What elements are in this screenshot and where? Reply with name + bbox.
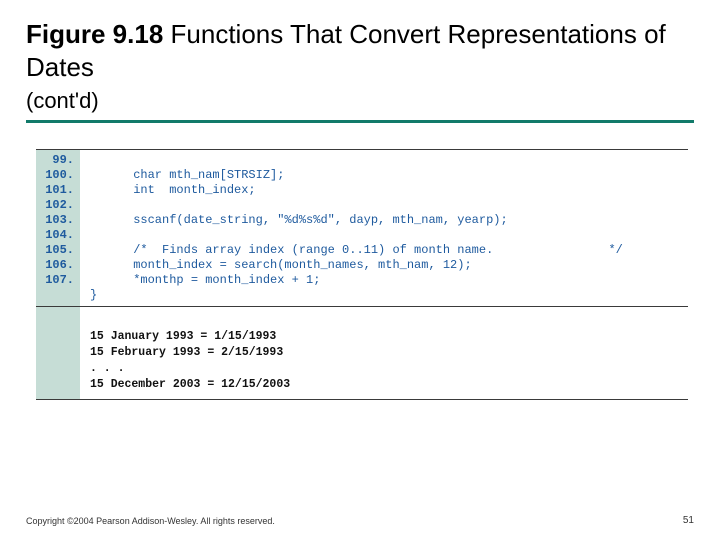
code-body: char mth_nam[STRSIZ]; int month_index; s… bbox=[80, 150, 688, 306]
output-line: 15 February 1993 = 2/15/1993 bbox=[90, 346, 283, 359]
code-line: char mth_nam[STRSIZ]; bbox=[90, 168, 284, 182]
title-contd: (cont'd) bbox=[26, 88, 99, 113]
line-number: 101. bbox=[36, 183, 74, 198]
figure-label: Figure 9.18 bbox=[26, 19, 163, 49]
line-number: 99. bbox=[36, 153, 74, 168]
line-number: 107. bbox=[36, 273, 74, 288]
code-listing: 99. 100. 101. 102. 103. 104. 105. 106. 1… bbox=[36, 149, 688, 307]
copyright-footer: Copyright ©2004 Pearson Addison-Wesley. … bbox=[26, 516, 275, 526]
title-line-2: (cont'd) bbox=[26, 83, 694, 116]
line-number: 105. bbox=[36, 243, 74, 258]
output-listing: 15 January 1993 = 1/15/1993 15 February … bbox=[36, 307, 688, 400]
figure-box: 99. 100. 101. 102. 103. 104. 105. 106. 1… bbox=[36, 149, 688, 400]
code-line: /* Finds array index (range 0..11) of mo… bbox=[90, 243, 623, 257]
line-number-gutter: 99. 100. 101. 102. 103. 104. 105. 106. 1… bbox=[36, 150, 80, 306]
output-line: 15 January 1993 = 1/15/1993 bbox=[90, 330, 276, 343]
code-line: *monthp = month_index + 1; bbox=[90, 273, 320, 287]
line-number: 100. bbox=[36, 168, 74, 183]
page-number: 51 bbox=[683, 515, 694, 526]
output-line: 15 December 2003 = 12/15/2003 bbox=[90, 378, 290, 391]
code-line: month_index = search(month_names, mth_na… bbox=[90, 258, 472, 272]
line-number: 106. bbox=[36, 258, 74, 273]
code-line: int month_index; bbox=[90, 183, 256, 197]
slide: Figure 9.18 Functions That Convert Repre… bbox=[0, 0, 720, 540]
output-line: . . . bbox=[90, 362, 125, 375]
output-gutter bbox=[36, 307, 80, 399]
code-line: } bbox=[90, 288, 97, 302]
output-body: 15 January 1993 = 1/15/1993 15 February … bbox=[80, 307, 688, 399]
line-number: 102. bbox=[36, 198, 74, 213]
line-number: 104. bbox=[36, 228, 74, 243]
title-block: Figure 9.18 Functions That Convert Repre… bbox=[26, 18, 694, 123]
title-line-1: Figure 9.18 Functions That Convert Repre… bbox=[26, 18, 694, 83]
line-number: 103. bbox=[36, 213, 74, 228]
code-line: sscanf(date_string, "%d%s%d", dayp, mth_… bbox=[90, 213, 508, 227]
